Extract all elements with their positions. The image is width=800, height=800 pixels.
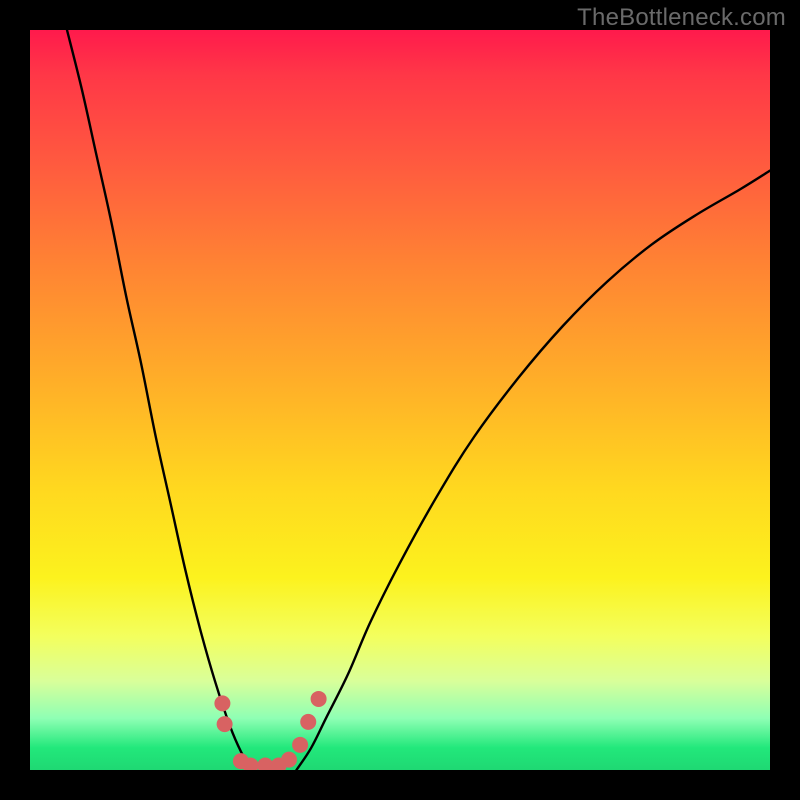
- marker-dot: [214, 695, 230, 711]
- marker-dot: [217, 716, 233, 732]
- chart-overlay: [30, 30, 770, 770]
- chart-frame: TheBottleneck.com: [0, 0, 800, 800]
- left-curve: [67, 30, 252, 770]
- plot-area: [30, 30, 770, 770]
- marker-dot: [300, 714, 316, 730]
- watermark-text: TheBottleneck.com: [577, 4, 786, 32]
- right-curve: [296, 171, 770, 770]
- marker-dot: [281, 752, 297, 768]
- marker-dot: [292, 737, 308, 753]
- marker-dot: [311, 691, 327, 707]
